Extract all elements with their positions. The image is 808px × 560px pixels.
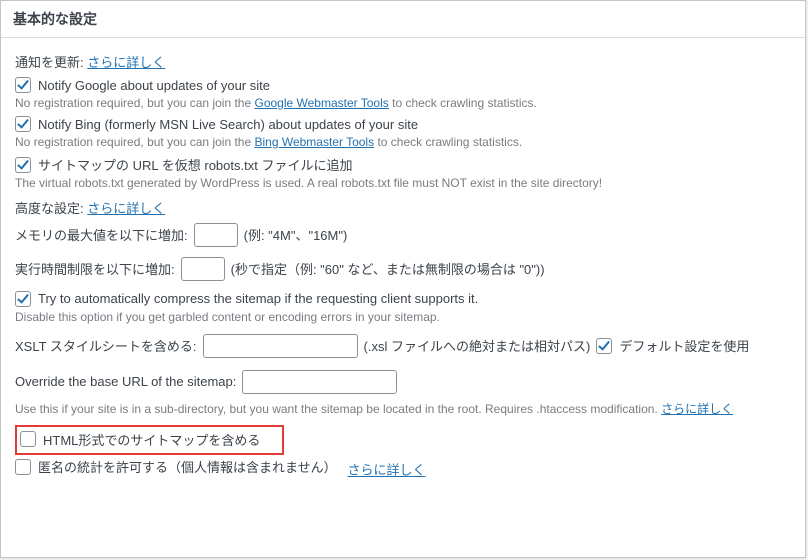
notify-bing-text: Notify Bing (formerly MSN Live Search) a… [38,117,418,132]
anon-stats-text: 匿名の統計を許可する（個人情報は含まれません） [38,457,337,476]
time-limit-row: 実行時間制限を以下に増加: (秒で指定（例: "60" など、または無制限の場合… [15,257,791,281]
xslt-row: XSLT スタイルシートを含める: (.xsl ファイルへの絶対または相対パス)… [15,334,791,358]
html-sitemap-text: HTML形式でのサイトマップを含める [43,430,260,449]
panel-body: 通知を更新: さらに詳しく Notify Google about update… [1,38,805,486]
notify-google-checkbox[interactable] [15,77,31,93]
notify-bing-row: Notify Bing (formerly MSN Live Search) a… [15,116,791,149]
notify-google-label[interactable]: Notify Google about updates of your site [15,77,270,93]
notify-google-row: Notify Google about updates of your site… [15,77,791,110]
robots-hint: The virtual robots.txt generated by Word… [15,176,791,190]
xslt-default-checkbox[interactable] [596,338,612,354]
advanced-section-head: 高度な設定: さらに詳しく [15,198,791,217]
html-sitemap-highlight: HTML形式でのサイトマップを含める [15,425,284,456]
notify-bing-label[interactable]: Notify Bing (formerly MSN Live Search) a… [15,116,418,132]
time-limit-input[interactable] [181,257,225,281]
robots-text: サイトマップの URL を仮想 robots.txt ファイルに追加 [38,155,352,174]
memory-row: メモリの最大値を以下に増加: (例: "4M"、"16M") [15,223,791,247]
xslt-label: XSLT スタイルシートを含める: [15,336,197,355]
notify-google-hint: No registration required, but you can jo… [15,96,791,110]
panel-title: 基本的な設定 [1,1,805,38]
anon-stats-checkbox[interactable] [15,459,31,475]
gzip-row: Try to automatically compress the sitema… [15,291,791,324]
bing-webmaster-link[interactable]: Bing Webmaster Tools [254,135,374,149]
html-sitemap-checkbox[interactable] [20,431,36,447]
anon-stats-more-link[interactable]: さらに詳しく [347,463,425,478]
notify-section-head: 通知を更新: さらに詳しく [15,52,791,71]
gzip-hint: Disable this option if you get garbled c… [15,310,791,324]
robots-row: サイトマップの URL を仮想 robots.txt ファイルに追加 The v… [15,155,791,190]
base-url-input[interactable] [242,370,397,394]
gzip-checkbox[interactable] [15,291,31,307]
robots-label[interactable]: サイトマップの URL を仮想 robots.txt ファイルに追加 [15,155,352,174]
memory-input[interactable] [194,223,238,247]
notify-google-text: Notify Google about updates of your site [38,78,270,93]
anon-stats-row: 匿名の統計を許可する（個人情報は含まれません） さらに詳しく [15,457,791,479]
time-limit-label: 実行時間制限を以下に増加: [15,259,175,278]
notify-more-link[interactable]: さらに詳しく [87,55,165,70]
anon-stats-label[interactable]: 匿名の統計を許可する（個人情報は含まれません） [15,457,337,476]
memory-hint: (例: "4M"、"16M") [244,225,348,244]
xslt-default-text: デフォルト設定を使用 [619,336,749,355]
html-sitemap-label[interactable]: HTML形式でのサイトマップを含める [20,430,260,449]
time-limit-hint: (秒で指定（例: "60" など、または無制限の場合は "0")) [231,259,545,278]
gzip-text: Try to automatically compress the sitema… [38,291,478,306]
base-url-row: Override the base URL of the sitemap: [15,370,791,394]
google-webmaster-link[interactable]: Google Webmaster Tools [254,96,388,110]
base-url-hint: Use this if your site is in a sub-direct… [15,400,791,417]
html-sitemap-row: HTML形式でのサイトマップを含める [15,423,791,456]
notify-bing-hint: No registration required, but you can jo… [15,135,791,149]
robots-checkbox[interactable] [15,157,31,173]
base-url-more-link[interactable]: さらに詳しく [661,402,733,416]
memory-label: メモリの最大値を以下に増加: [15,225,188,244]
basic-settings-panel: 基本的な設定 通知を更新: さらに詳しく Notify Google about… [0,0,806,558]
gzip-label[interactable]: Try to automatically compress the sitema… [15,291,478,307]
notify-bing-checkbox[interactable] [15,116,31,132]
xslt-input[interactable] [203,334,358,358]
notify-lead: 通知を更新: [15,55,84,70]
xslt-hint: (.xsl ファイルへの絶対または相対パス) [364,336,591,355]
advanced-more-link[interactable]: さらに詳しく [87,201,165,216]
base-url-label: Override the base URL of the sitemap: [15,374,236,389]
xslt-default-label[interactable]: デフォルト設定を使用 [596,336,749,355]
advanced-lead: 高度な設定: [15,201,84,216]
